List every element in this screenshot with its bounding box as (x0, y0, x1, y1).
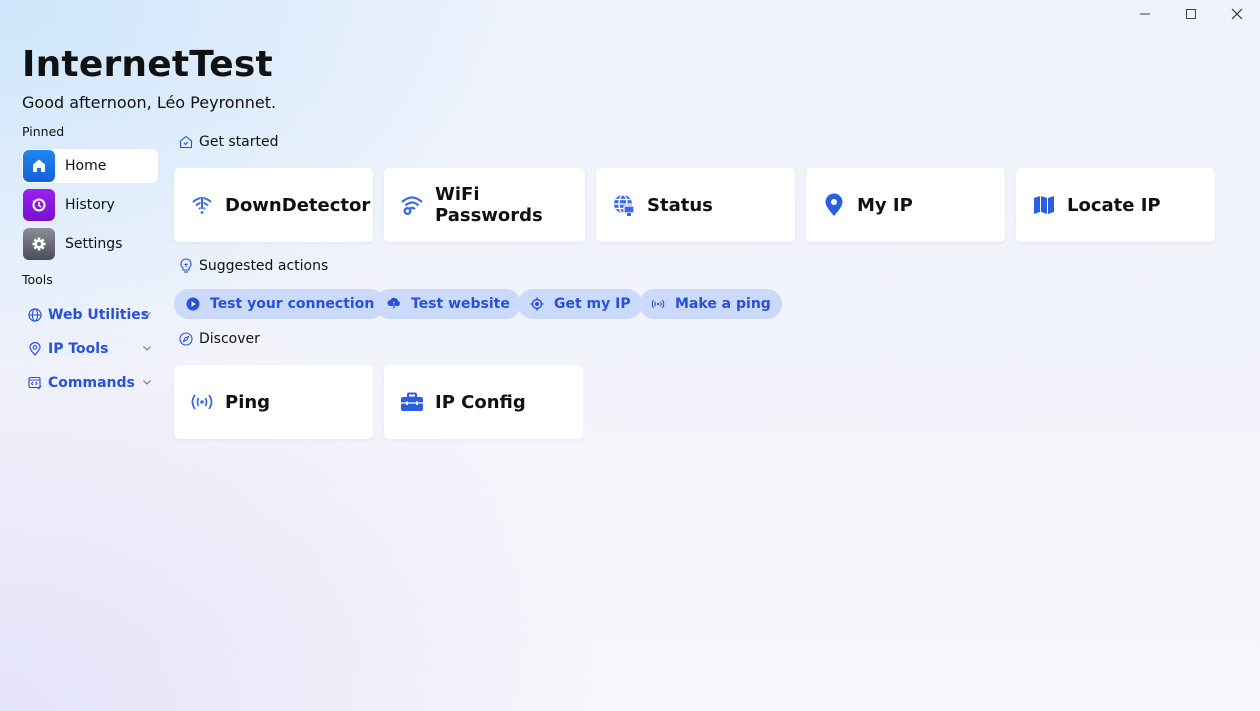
target-icon (529, 296, 545, 312)
compass-icon (179, 332, 193, 346)
sidebar-item-history[interactable]: History (22, 188, 158, 222)
action-label: Get my IP (554, 296, 631, 312)
action-label: Make a ping (675, 296, 771, 312)
card-status[interactable]: Status (596, 168, 795, 242)
pinned-label: Pinned (22, 124, 65, 139)
card-ping[interactable]: Ping (174, 365, 373, 439)
home-icon (23, 150, 55, 182)
tool-label: Commands (48, 375, 135, 391)
play-icon (185, 296, 201, 312)
maximize-icon (1186, 9, 1196, 19)
section-title: Suggested actions (199, 258, 329, 274)
map-pin-icon (822, 193, 846, 217)
card-ip-config[interactable]: IP Config (384, 365, 583, 439)
code-window-icon (28, 376, 42, 390)
card-my-ip[interactable]: My IP (806, 168, 1005, 242)
minimize-button[interactable] (1122, 0, 1168, 28)
cloud-download-icon (386, 296, 402, 312)
window-controls (1122, 0, 1260, 28)
section-title: Get started (199, 134, 279, 150)
sidebar-item-home[interactable]: Home (22, 149, 158, 183)
card-label: Ping (225, 391, 271, 413)
sidebar-item-label: History (65, 197, 115, 213)
tool-label: IP Tools (48, 341, 109, 357)
sidebar-item-web-utilities[interactable]: Web Utilities (28, 303, 156, 327)
sidebar-item-label: Home (65, 158, 107, 174)
section-title: Discover (199, 331, 260, 347)
location-pin-icon (29, 342, 41, 356)
card-downdetector[interactable]: DownDetector (174, 168, 373, 242)
wifi-alert-icon (190, 193, 214, 217)
action-get-my-ip[interactable]: Get my IP (518, 289, 642, 319)
tool-label: Web Utilities (48, 307, 150, 323)
greeting: Good afternoon, Léo Peyronnet. (22, 93, 277, 112)
tools-label: Tools (22, 272, 53, 287)
close-icon (1231, 8, 1243, 20)
action-test-connection[interactable]: Test your connection (174, 289, 386, 319)
action-label: Test your connection (210, 296, 375, 312)
minimize-icon (1140, 13, 1150, 15)
card-label: DownDetector (225, 194, 371, 216)
map-icon (1032, 193, 1056, 217)
sidebar-item-label: Settings (65, 236, 123, 252)
get-started-heading: Get started (179, 134, 279, 150)
toolbox-icon (400, 390, 424, 414)
sidebar-item-ip-tools[interactable]: IP Tools (28, 337, 156, 361)
close-button[interactable] (1214, 0, 1260, 28)
wifi-lock-icon (400, 193, 424, 217)
card-label: IP Config (435, 391, 526, 413)
suggested-actions-heading: Suggested actions (179, 258, 328, 274)
gear-icon (23, 228, 55, 260)
lightbulb-icon (180, 258, 192, 273)
sidebar-item-commands[interactable]: Commands (28, 371, 156, 395)
card-label: My IP (857, 194, 913, 216)
home-check-icon (179, 135, 193, 149)
chevron-down-icon (143, 312, 151, 317)
globe-monitor-icon (612, 193, 636, 217)
app-title: InternetTest (22, 44, 273, 85)
card-wifi-passwords[interactable]: WiFi Passwords (384, 168, 585, 242)
chevron-down-icon (143, 346, 151, 351)
discover-heading: Discover (179, 331, 260, 347)
broadcast-icon (650, 296, 666, 312)
card-label: WiFi Passwords (435, 184, 543, 226)
card-label: Locate IP (1067, 194, 1161, 216)
chevron-down-icon (143, 380, 151, 385)
globe-icon (28, 308, 42, 322)
card-locate-ip[interactable]: Locate IP (1016, 168, 1215, 242)
broadcast-icon (190, 390, 214, 414)
action-label: Test website (411, 296, 510, 312)
card-label: Status (647, 194, 713, 216)
sidebar-item-settings[interactable]: Settings (22, 227, 158, 261)
action-test-website[interactable]: Test website (375, 289, 521, 319)
history-icon (23, 189, 55, 221)
maximize-button[interactable] (1168, 0, 1214, 28)
action-make-ping[interactable]: Make a ping (639, 289, 782, 319)
